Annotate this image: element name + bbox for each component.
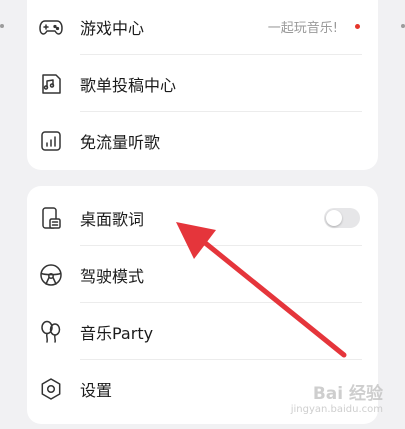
- menu-item-desktop-lyrics[interactable]: 桌面歌词: [27, 189, 378, 246]
- menu-item-label: 歌单投稿中心: [80, 75, 177, 95]
- signal-bars-icon: [38, 128, 64, 154]
- music-note-document-icon: [38, 71, 64, 97]
- menu-item-free-data-listening[interactable]: 免流量听歌: [27, 112, 378, 169]
- gear-icon: [38, 376, 64, 402]
- watermark-sub: jingyan.baidu.com: [290, 404, 383, 415]
- balloons-icon: [38, 319, 64, 345]
- watermark: Bai 经验 jingyan.baidu.com: [291, 385, 383, 415]
- steering-wheel-icon: [38, 262, 64, 288]
- game-center-hint: 一起玩音乐!: [267, 21, 338, 36]
- menu-card-primary: 游戏中心 一起玩音乐! 歌单投稿中心 免流量听歌: [27, 0, 378, 170]
- left-edge-dot: [0, 24, 4, 28]
- menu-item-game-center[interactable]: 游戏中心 一起玩音乐!: [27, 0, 378, 55]
- menu-item-playlist-submission[interactable]: 歌单投稿中心: [27, 55, 378, 112]
- gamepad-icon: [38, 14, 64, 40]
- watermark-main: Bai 经验: [312, 384, 383, 405]
- right-edge-dot: [401, 24, 405, 28]
- desktop-lyrics-icon: [38, 205, 64, 231]
- menu-item-label: 游戏中心: [80, 18, 145, 38]
- menu-item-label: 驾驶模式: [80, 266, 145, 286]
- notification-dot: [355, 24, 360, 29]
- menu-item-driving-mode[interactable]: 驾驶模式: [27, 246, 378, 303]
- menu-item-label: 桌面歌词: [80, 209, 145, 229]
- menu-item-label: 免流量听歌: [80, 132, 161, 152]
- menu-item-music-party[interactable]: 音乐Party: [27, 303, 378, 360]
- menu-item-label: 音乐Party: [80, 323, 154, 343]
- menu-item-label: 设置: [80, 380, 113, 400]
- desktop-lyrics-toggle[interactable]: [324, 207, 360, 228]
- toggle-knob: [326, 209, 342, 226]
